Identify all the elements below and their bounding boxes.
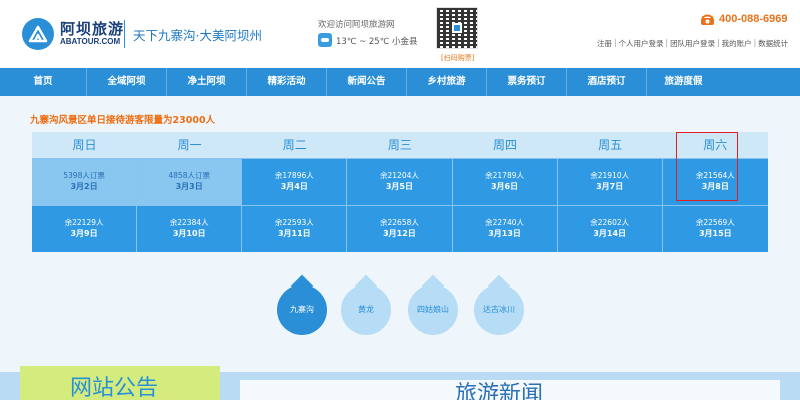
- day-date: 3月7日: [596, 182, 624, 191]
- ticket-count: 余22129人: [64, 218, 104, 227]
- calendar-day-cell[interactable]: 余21564人 3月8日: [662, 159, 768, 205]
- calendar-week-1: 5398人订票 3月2日 4858人订票 3月3日 余17896人 3月4日 余212…: [32, 158, 768, 205]
- my-account-link[interactable]: 我的账户: [722, 38, 752, 49]
- calendar-day-cell[interactable]: 余22658人 3月12日: [347, 206, 453, 252]
- register-link[interactable]: 注册: [597, 38, 612, 49]
- ticket-count: 4858人订票: [168, 171, 210, 180]
- day-date: 3月5日: [385, 182, 413, 191]
- day-date: 3月10日: [172, 229, 206, 238]
- statistics-link[interactable]: 数据统计: [758, 38, 788, 49]
- nav-tickets[interactable]: 票务预订: [487, 68, 567, 96]
- ticket-calendar: 周日 周一 周二 周三 周四 周五 周六 5398人订票 3月2日 4858人订票…: [32, 132, 768, 252]
- weather-cloud-icon: [318, 33, 332, 47]
- calendar-day-cell[interactable]: 余22593人 3月11日: [242, 206, 348, 252]
- travel-news-title[interactable]: 旅游新闻: [455, 384, 543, 400]
- ticket-count: 余17896人: [274, 171, 314, 180]
- ticket-count: 余22569人: [695, 218, 735, 227]
- calendar-day-cell[interactable]: 余21910人 3月7日: [557, 159, 663, 205]
- scenic-tab-siguniangshan[interactable]: 四姑娘山: [408, 285, 458, 335]
- welcome-text: 欢迎访问阿坝旅游网: [318, 20, 395, 30]
- nav-vacation[interactable]: 旅游度假: [647, 68, 720, 96]
- nav-home[interactable]: 首页: [0, 68, 87, 96]
- link-separator: |: [753, 38, 757, 47]
- ticket-count: 余22740人: [485, 218, 524, 227]
- calendar-day-cell[interactable]: 余22740人 3月13日: [452, 206, 558, 252]
- weekday-fri: 周五: [598, 138, 623, 152]
- nav-news[interactable]: 新闻公告: [327, 68, 407, 96]
- link-separator: |: [614, 38, 617, 47]
- day-date: 3月4日: [280, 182, 308, 191]
- day-date: 3月12日: [383, 229, 416, 238]
- scenic-label: 九寨沟: [290, 305, 314, 314]
- ticket-count: 余21204人: [380, 171, 419, 180]
- top-links: 注册 | 个人用户登录 | 团队用户登录 | 我的账户 | 数据统计: [597, 38, 788, 49]
- day-date: 3月9日: [70, 229, 98, 238]
- ticket-count: 余21564人: [695, 171, 735, 180]
- nav-rural-tourism[interactable]: 乡村旅游: [407, 68, 487, 96]
- day-date: 3月6日: [490, 182, 519, 191]
- brand-name[interactable]: 阿坝旅游: [60, 18, 124, 39]
- scenic-tab-dagu-glacier[interactable]: 达古冰川: [474, 285, 524, 335]
- ticket-count: 余22384人: [169, 218, 209, 227]
- ticket-count: 余21789人: [485, 171, 524, 180]
- hotline-number: 400-088-6969: [719, 13, 788, 25]
- day-date: 3月8日: [701, 182, 729, 191]
- site-slogan: 天下九寨沟·大美阿坝州: [133, 28, 262, 43]
- calendar-week-2: 余22129人 3月9日 余22384人 3月10日 余22593人 3月11日 余2…: [32, 205, 768, 252]
- scenic-label: 四姑娘山: [417, 305, 449, 314]
- calendar-header: 周日 周一 周二 周三 周四 周五 周六: [32, 132, 768, 158]
- calendar-day-cell[interactable]: 4858人订票 3月3日: [137, 159, 243, 205]
- nav-events[interactable]: 精彩活动: [247, 68, 327, 96]
- weekday-tue: 周二: [282, 138, 307, 152]
- personal-login-link[interactable]: 个人用户登录: [619, 38, 664, 49]
- weekday-wed: 周三: [387, 138, 412, 152]
- ticket-count: 余22593人: [274, 218, 314, 227]
- main-nav: 首页 全域阿坝 净土阿坝 精彩活动 新闻公告 乡村旅游 票务预订 酒店预订 旅游…: [0, 68, 800, 96]
- calendar-day-cell[interactable]: 余22129人 3月9日: [32, 206, 138, 252]
- calendar-day-cell[interactable]: 余21789人 3月6日: [452, 159, 558, 205]
- day-date: 3月15日: [698, 229, 732, 238]
- link-separator: |: [717, 38, 720, 47]
- phone-icon: [701, 14, 714, 25]
- scenic-tab-jiuzhaigou[interactable]: 九寨沟: [277, 285, 327, 335]
- team-login-link[interactable]: 团队用户登录: [670, 38, 715, 49]
- qr-logo-icon: [452, 23, 462, 33]
- day-date: 3月3日: [175, 182, 203, 191]
- day-date: 3月13日: [488, 229, 521, 238]
- scenic-label: 达古冰川: [483, 305, 515, 314]
- link-separator: |: [665, 38, 669, 47]
- visitor-limit-notice: 九寨沟风景区单日接待游客限量为23000人: [30, 115, 216, 126]
- site-notice-title[interactable]: 网站公告: [70, 378, 158, 400]
- scenic-label: 黄龙: [358, 305, 374, 314]
- day-date: 3月2日: [70, 182, 98, 191]
- calendar-day-cell[interactable]: 余21204人 3月5日: [347, 159, 453, 205]
- scenic-tab-huanglong[interactable]: 黄龙: [341, 285, 391, 335]
- weekday-sat: 周六: [703, 138, 728, 152]
- ticket-count: 余21910人: [590, 171, 630, 180]
- nav-pure-aba[interactable]: 净土阿坝: [167, 68, 247, 96]
- calendar-day-cell[interactable]: 余17896人 3月4日: [242, 159, 348, 205]
- calendar-day-cell[interactable]: 余22384人 3月10日: [137, 206, 243, 252]
- weekday-thu: 周四: [493, 138, 518, 152]
- site-header: 阿坝旅游 ABATOUR.COM 天下九寨沟·大美阿坝州 欢迎访问阿坝旅游网 1…: [0, 0, 800, 68]
- day-date: 3月11日: [277, 229, 311, 238]
- ticket-count: 余22658人: [380, 218, 419, 227]
- nav-hotels[interactable]: 酒店预订: [567, 68, 647, 96]
- ticket-count: 5398人订票: [63, 171, 105, 180]
- ticket-count: 余22602人: [590, 218, 630, 227]
- weekday-mon: 周一: [177, 138, 202, 152]
- calendar-day-cell[interactable]: 余22602人 3月14日: [557, 206, 663, 252]
- brand-divider: [124, 20, 125, 48]
- brand-domain: ABATOUR.COM: [60, 37, 121, 46]
- nav-all-aba[interactable]: 全域阿坝: [87, 68, 167, 96]
- weekday-sun: 周日: [72, 138, 97, 152]
- qr-caption[interactable]: [扫码购票]: [441, 53, 474, 63]
- day-date: 3月14日: [593, 229, 627, 238]
- weather-text: 13℃ ~ 25℃ 小金县: [336, 37, 418, 47]
- abatour-logo-icon[interactable]: [22, 18, 54, 50]
- calendar-day-cell[interactable]: 余22569人 3月15日: [662, 206, 768, 252]
- calendar-day-cell[interactable]: 5398人订票 3月2日: [32, 159, 138, 205]
